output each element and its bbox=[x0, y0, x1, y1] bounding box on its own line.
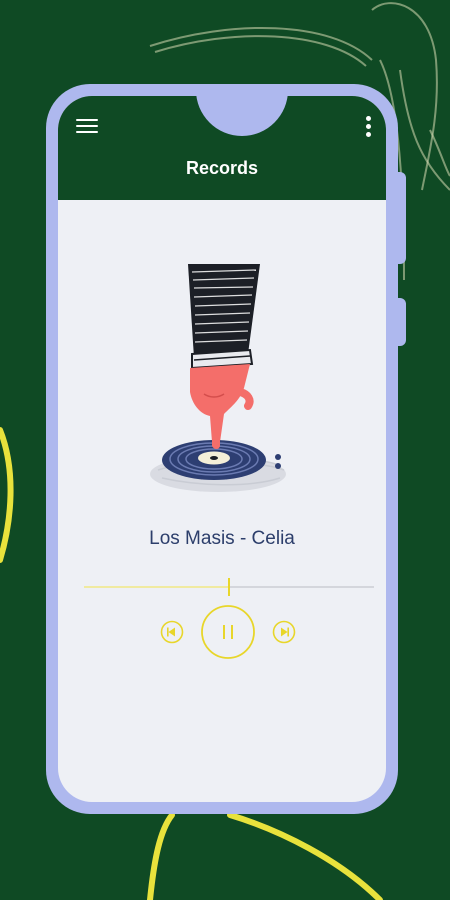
power-button bbox=[398, 298, 406, 346]
phone-frame: Records Los Masis - Celia bbox=[46, 84, 398, 814]
app-screen: Records Los Masis - Celia bbox=[58, 96, 386, 802]
seek-bar[interactable] bbox=[84, 577, 374, 597]
skip-next-button[interactable] bbox=[272, 620, 296, 644]
menu-icon[interactable] bbox=[74, 116, 100, 136]
page-title: Records bbox=[185, 158, 259, 178]
record-illustration bbox=[150, 264, 286, 492]
volume-button bbox=[398, 172, 406, 264]
skip-previous-button[interactable] bbox=[160, 620, 184, 644]
track-title: Los Masis - Celia bbox=[149, 528, 295, 549]
seek-progress bbox=[84, 586, 229, 588]
more-vertical-icon[interactable] bbox=[361, 114, 377, 140]
play-pause-button[interactable] bbox=[200, 604, 256, 660]
skip-previous-icon bbox=[160, 620, 184, 644]
seek-thumb[interactable] bbox=[228, 578, 230, 596]
pause-icon bbox=[201, 605, 255, 659]
skip-next-icon bbox=[272, 620, 296, 644]
